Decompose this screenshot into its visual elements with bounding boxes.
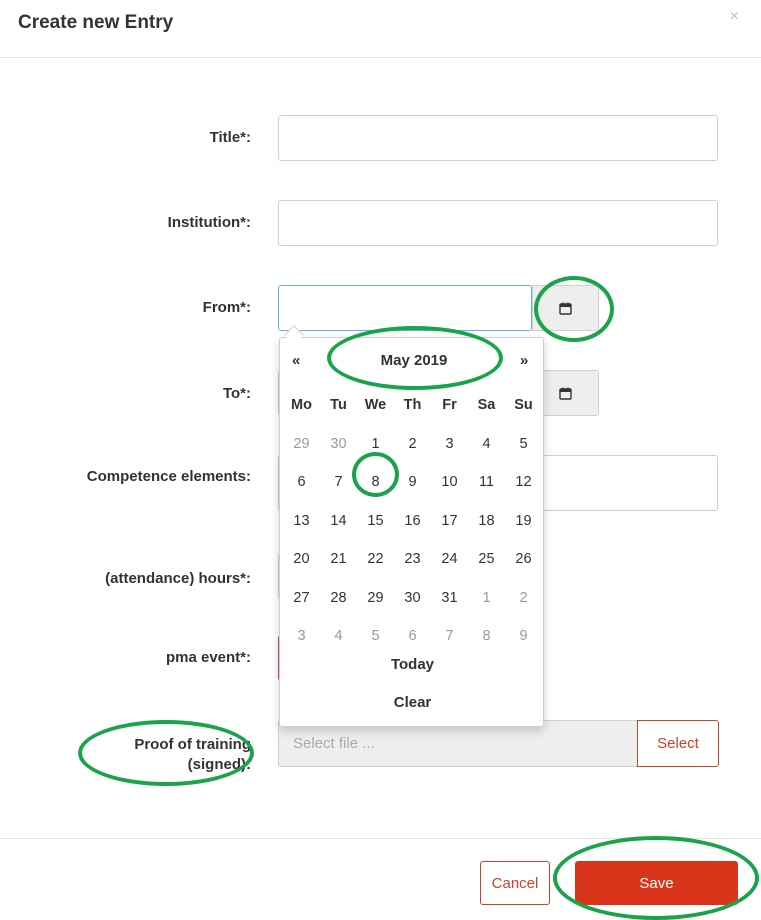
day-cell[interactable]: 14: [320, 502, 357, 541]
footer-divider: [0, 838, 761, 839]
datepicker-week: 3 4 5 6 7 8 9: [283, 617, 542, 656]
datepicker-month-label[interactable]: May 2019: [374, 352, 454, 369]
day-cell[interactable]: 25: [468, 540, 505, 579]
day-cell[interactable]: 4: [468, 425, 505, 464]
day-cell[interactable]: 26: [505, 540, 542, 579]
day-cell[interactable]: 22: [357, 540, 394, 579]
institution-label: Institution*:: [167, 214, 251, 231]
day-cell[interactable]: 31: [431, 579, 468, 618]
datepicker-week: 13 14 15 16 17 18 19: [283, 502, 542, 541]
calendar-icon: [559, 387, 572, 400]
day-cell[interactable]: 5: [357, 617, 394, 656]
day-cell[interactable]: 9: [394, 463, 431, 502]
day-cell[interactable]: 7: [431, 617, 468, 656]
weekday-label: Sa: [477, 397, 496, 413]
day-cell[interactable]: 6: [394, 617, 431, 656]
day-cell[interactable]: 9: [505, 617, 542, 656]
datepicker-week: 27 28 29 30 31 1 2: [283, 579, 542, 618]
day-cell[interactable]: 19: [505, 502, 542, 541]
day-cell[interactable]: 30: [394, 579, 431, 618]
datepicker: « May 2019 » Mo Tu We Th Fr Sa Su 29 30 …: [279, 337, 544, 727]
weekday-label: Su: [514, 397, 533, 413]
day-cell[interactable]: 18: [468, 502, 505, 541]
datepicker-week: 20 21 22 23 24 25 26: [283, 540, 542, 579]
day-cell[interactable]: 1: [357, 425, 394, 464]
day-cell[interactable]: 4: [320, 617, 357, 656]
day-cell[interactable]: 30: [320, 425, 357, 464]
day-cell[interactable]: 5: [505, 425, 542, 464]
from-label: From*:: [202, 299, 251, 316]
day-cell[interactable]: 2: [394, 425, 431, 464]
day-cell[interactable]: 8: [468, 617, 505, 656]
datepicker-weekdays: Mo Tu We Th Fr Sa Su: [283, 386, 542, 425]
day-cell[interactable]: 3: [431, 425, 468, 464]
day-cell[interactable]: 11: [468, 463, 505, 502]
weekday-label: Th: [403, 397, 422, 413]
proof-label-line2: (signed):: [187, 756, 251, 773]
datepicker-week: 29 30 1 2 3 4 5: [283, 425, 542, 464]
day-cell[interactable]: 23: [394, 540, 431, 579]
day-cell[interactable]: 12: [505, 463, 542, 502]
day-cell[interactable]: 17: [431, 502, 468, 541]
title-label: Title*:: [209, 129, 251, 146]
day-cell[interactable]: 27: [283, 579, 320, 618]
day-cell[interactable]: 3: [283, 617, 320, 656]
datepicker-today-button[interactable]: Today: [280, 656, 545, 673]
close-button[interactable]: ×: [730, 8, 739, 26]
day-cell[interactable]: 15: [357, 502, 394, 541]
modal-title: Create new Entry: [18, 12, 174, 33]
save-button[interactable]: Save: [575, 861, 738, 905]
proof-label-line1: Proof of training: [134, 736, 251, 753]
day-cell[interactable]: 29: [357, 579, 394, 618]
day-cell[interactable]: 7: [320, 463, 357, 502]
day-cell[interactable]: 6: [283, 463, 320, 502]
title-input[interactable]: [278, 115, 718, 161]
pma-label: pma event*:: [165, 649, 251, 666]
day-cell[interactable]: 24: [431, 540, 468, 579]
weekday-label: Mo: [291, 397, 312, 413]
weekday-label: Fr: [442, 397, 457, 413]
day-cell[interactable]: 10: [431, 463, 468, 502]
day-cell-today[interactable]: 8: [357, 463, 394, 502]
day-cell[interactable]: 1: [468, 579, 505, 618]
cancel-button[interactable]: Cancel: [480, 861, 550, 905]
datepicker-week: 6 7 8 9 10 11 12: [283, 463, 542, 502]
file-input[interactable]: Select file ...: [278, 720, 638, 767]
day-cell[interactable]: 2: [505, 579, 542, 618]
day-cell[interactable]: 21: [320, 540, 357, 579]
day-cell[interactable]: 28: [320, 579, 357, 618]
from-date-input[interactable]: [278, 285, 532, 331]
day-cell[interactable]: 16: [394, 502, 431, 541]
modal-header: Create new Entry ×: [0, 0, 761, 58]
day-cell[interactable]: 20: [283, 540, 320, 579]
datepicker-grid: Mo Tu We Th Fr Sa Su 29 30 1 2 3 4 5 6 7…: [283, 386, 542, 656]
datepicker-next-button[interactable]: »: [520, 352, 528, 369]
from-calendar-button[interactable]: [532, 285, 599, 331]
calendar-icon: [559, 302, 572, 315]
competence-label: Competence elements:: [86, 468, 251, 485]
day-cell[interactable]: 13: [283, 502, 320, 541]
datepicker-clear-button[interactable]: Clear: [280, 694, 545, 711]
weekday-label: Tu: [330, 397, 347, 413]
day-cell[interactable]: 29: [283, 425, 320, 464]
attendance-label: (attendance) hours*:: [105, 570, 251, 587]
institution-input[interactable]: [278, 200, 718, 246]
to-label: To*:: [222, 385, 251, 402]
weekday-label: We: [364, 397, 387, 413]
file-select-button[interactable]: Select: [637, 720, 719, 767]
datepicker-prev-button[interactable]: «: [292, 352, 300, 369]
proof-label: Proof of training (signed):: [134, 735, 251, 775]
